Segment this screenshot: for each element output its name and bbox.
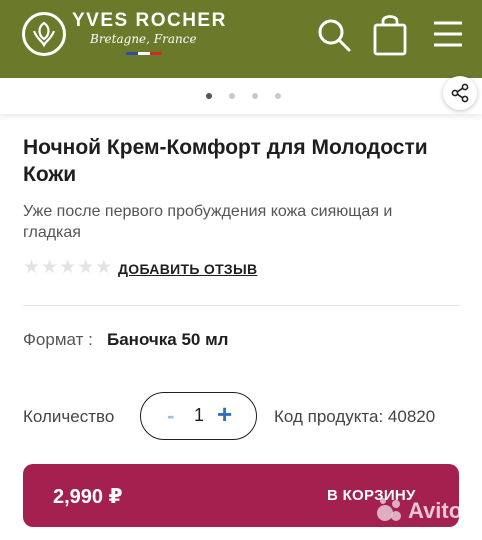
french-flag [126, 52, 162, 55]
format-label: Формат : [23, 330, 93, 349]
product-code: Код продукта: 40820 [274, 407, 436, 426]
search-icon[interactable] [316, 14, 352, 59]
add-review-link[interactable]: ДОБАВИТЬ ОТЗЫВ [118, 261, 257, 277]
star-icon: ★ [23, 257, 41, 278]
carousel-dot[interactable] [252, 93, 258, 99]
increase-quantity-button[interactable]: + [217, 399, 232, 430]
star-icon: ★ [95, 257, 113, 278]
star-icon: ★ [77, 257, 95, 278]
quantity-value[interactable]: 1 [194, 405, 204, 426]
carousel-dot[interactable] [206, 93, 212, 99]
shopping-bag-icon[interactable] [372, 12, 408, 61]
format-value: Баночка 50 мл [107, 330, 229, 349]
decrease-quantity-button[interactable]: - [167, 403, 174, 429]
product-subtitle: Уже после первого пробуждения кожа сияющ… [23, 203, 393, 241]
brand-tagline: Bretagne, France [90, 32, 197, 46]
carousel-dot[interactable] [229, 93, 235, 99]
share-button[interactable] [443, 76, 477, 110]
divider [23, 305, 459, 306]
avito-logo-icon [377, 498, 401, 521]
product-title: Ночной Крем-Комфорт для Молодости Кожи [23, 136, 428, 186]
hamburger-menu-icon[interactable] [433, 20, 463, 53]
star-icon: ★ [59, 257, 77, 278]
carousel-dot[interactable] [275, 93, 281, 99]
avito-watermark: Avito [376, 497, 462, 525]
rating-stars: ★ ★ ★ ★ ★ [23, 258, 112, 278]
quantity-label: Количество [23, 407, 115, 426]
brand-name[interactable]: YVES ROCHER [72, 10, 227, 32]
site-header: YVES ROCHER Bretagne, France [0, 0, 482, 78]
star-icon: ★ [41, 257, 59, 278]
price: 2,990 ₽ [53, 486, 123, 508]
carousel-dots [206, 93, 281, 99]
image-carousel[interactable] [0, 78, 482, 114]
quantity-stepper: - 1 + [140, 392, 257, 440]
share-icon [451, 83, 469, 103]
leaf-logo-icon[interactable] [22, 12, 66, 56]
watermark-text: Avito [408, 498, 463, 523]
